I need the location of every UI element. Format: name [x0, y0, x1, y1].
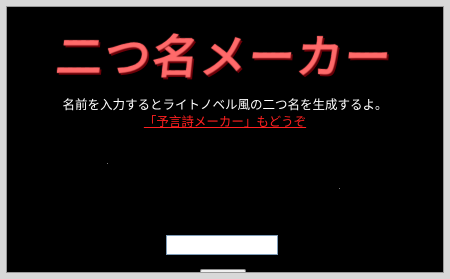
- prophecy-maker-link[interactable]: 「予言詩メーカー」もどうぞ: [144, 114, 306, 129]
- logo-title: 二つ名メーカー: [54, 21, 397, 87]
- generate-button[interactable]: [200, 269, 246, 272]
- name-input[interactable]: [166, 235, 278, 255]
- link-row: 「予言詩メーカー」もどうぞ: [7, 111, 443, 130]
- star-dot: [107, 163, 108, 164]
- app-frame: 二つ名メーカー 名前を入力するとライトノベル風の二つ名を生成するよ。 「予言詩メ…: [6, 6, 444, 273]
- star-dot: [339, 188, 340, 189]
- logo: 二つ名メーカー: [7, 21, 443, 87]
